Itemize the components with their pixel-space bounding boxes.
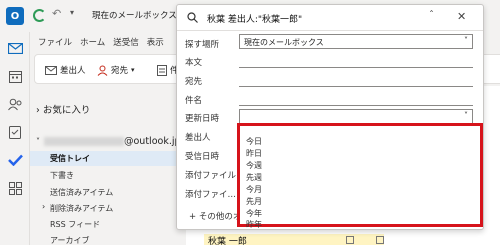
to-input[interactable]: [239, 86, 473, 87]
chevron-down-icon: ˅: [464, 111, 468, 120]
updated-select[interactable]: ˅: [239, 109, 473, 124]
menu-send-receive[interactable]: 送受信: [113, 36, 139, 48]
folder-deleted[interactable]: 削除済みアイテム: [50, 203, 113, 214]
collapse-icon[interactable]: ˆ: [429, 10, 434, 21]
menu-bar: ファイル ホーム 送受信 表示: [30, 32, 180, 52]
folder-archive[interactable]: アーカイブ: [50, 235, 90, 245]
folder-sent[interactable]: 送信済みアイテム: [50, 187, 113, 198]
more-options-label: その他のオ: [198, 212, 242, 222]
date-option-yesterday[interactable]: 昨日: [246, 148, 262, 159]
date-option-this-year[interactable]: 今年: [246, 208, 262, 219]
apps-icon[interactable]: [5, 178, 25, 198]
account-redacted: [44, 137, 124, 146]
subject-input[interactable]: [239, 105, 473, 106]
folder-inbox[interactable]: 受信トレイ: [50, 153, 90, 164]
subject-label: 件名: [185, 96, 203, 106]
customize-toolbar-icon[interactable]: ▾: [70, 8, 74, 17]
attachment-name-label: 添付ファイ…: [185, 190, 237, 200]
undo-icon[interactable]: ↶: [52, 7, 61, 20]
date-option-this-month[interactable]: 今月: [246, 184, 262, 195]
date-option-today[interactable]: 今日: [246, 136, 262, 147]
document-icon: [157, 64, 167, 76]
tasks-icon[interactable]: [5, 122, 25, 142]
to-filter-button[interactable]: 宛先 ▾: [97, 64, 135, 76]
favorites-label: お気に入り: [42, 105, 91, 116]
from-label: 差出人: [185, 133, 211, 143]
mail-icon[interactable]: [5, 38, 25, 58]
from-filter-button[interactable]: 差出人: [45, 64, 86, 76]
mail-sender: 秋葉 一郎: [208, 237, 247, 245]
scope-label: 探す場所: [185, 40, 220, 50]
folder-drafts[interactable]: 下書き: [50, 170, 74, 181]
search-header: 秋葉 差出人:"秋葉一郎" ˆ ✕: [177, 5, 483, 31]
people-icon[interactable]: [5, 94, 25, 114]
from-filter-label: 差出人: [60, 66, 86, 76]
account-label: @outlook.jp: [124, 136, 181, 147]
calendar-icon[interactable]: [5, 66, 25, 86]
menu-view[interactable]: 表示: [147, 36, 164, 48]
to-filter-label: 宛先: [111, 66, 129, 76]
person-icon: [97, 65, 108, 76]
body-label: 本文: [185, 58, 203, 68]
date-options-dropdown: 今日 昨日 今週 先週 今月 先月 今年 昨年: [237, 123, 483, 230]
date-option-last-month[interactable]: 先月: [246, 196, 262, 207]
location-select[interactable]: 現在のメールボックス ▾: [92, 9, 187, 21]
scope-select-value: 現在のメールボックス: [244, 38, 324, 47]
chevron-down-icon: ˅: [464, 36, 468, 45]
chevron-right-icon: ›: [36, 105, 40, 116]
folder-rss[interactable]: RSS フィード: [50, 219, 100, 230]
menu-file[interactable]: ファイル: [38, 36, 72, 48]
date-option-this-week[interactable]: 今週: [246, 160, 262, 171]
chevron-down-icon: ˅: [36, 137, 40, 146]
search-input[interactable]: 秋葉 差出人:"秋葉一郎": [207, 12, 302, 25]
date-option-last-year[interactable]: 昨年: [246, 219, 262, 230]
favorites-group[interactable]: › お気に入り: [36, 102, 90, 116]
plus-icon: +: [189, 212, 197, 222]
outlook-logo-icon: O: [6, 7, 24, 25]
todo-icon[interactable]: [5, 150, 25, 170]
more-options-button[interactable]: + その他のオ: [189, 210, 241, 222]
account-group[interactable]: ˅ @outlook.jp: [36, 136, 181, 147]
mail-icon-cell-2: [376, 236, 384, 244]
received-label: 受信日時: [185, 152, 220, 162]
to-label: 宛先: [185, 77, 203, 87]
folder-pane: › お気に入り ˅ @outlook.jp 受信トレイ 下書き 送信済みアイテム…: [30, 86, 186, 245]
chevron-down-icon: ▾: [131, 66, 135, 74]
sync-icon[interactable]: [33, 9, 46, 22]
attachment-label: 添付ファイル: [185, 171, 237, 181]
location-select-label: 現在のメールボックス: [92, 11, 177, 21]
updated-label: 更新日時: [185, 114, 220, 124]
close-icon[interactable]: ✕: [457, 10, 466, 23]
folder-deleted-expander[interactable]: ›: [42, 202, 45, 211]
date-option-last-week[interactable]: 先週: [246, 172, 262, 183]
body-input[interactable]: [239, 67, 473, 68]
app-rail: [0, 32, 30, 245]
mail-icon-cell: [346, 236, 354, 244]
scope-select[interactable]: 現在のメールボックス ˅: [239, 34, 473, 49]
from-envelope-icon: [45, 65, 57, 75]
search-icon: [187, 12, 198, 23]
menu-home[interactable]: ホーム: [80, 36, 105, 48]
